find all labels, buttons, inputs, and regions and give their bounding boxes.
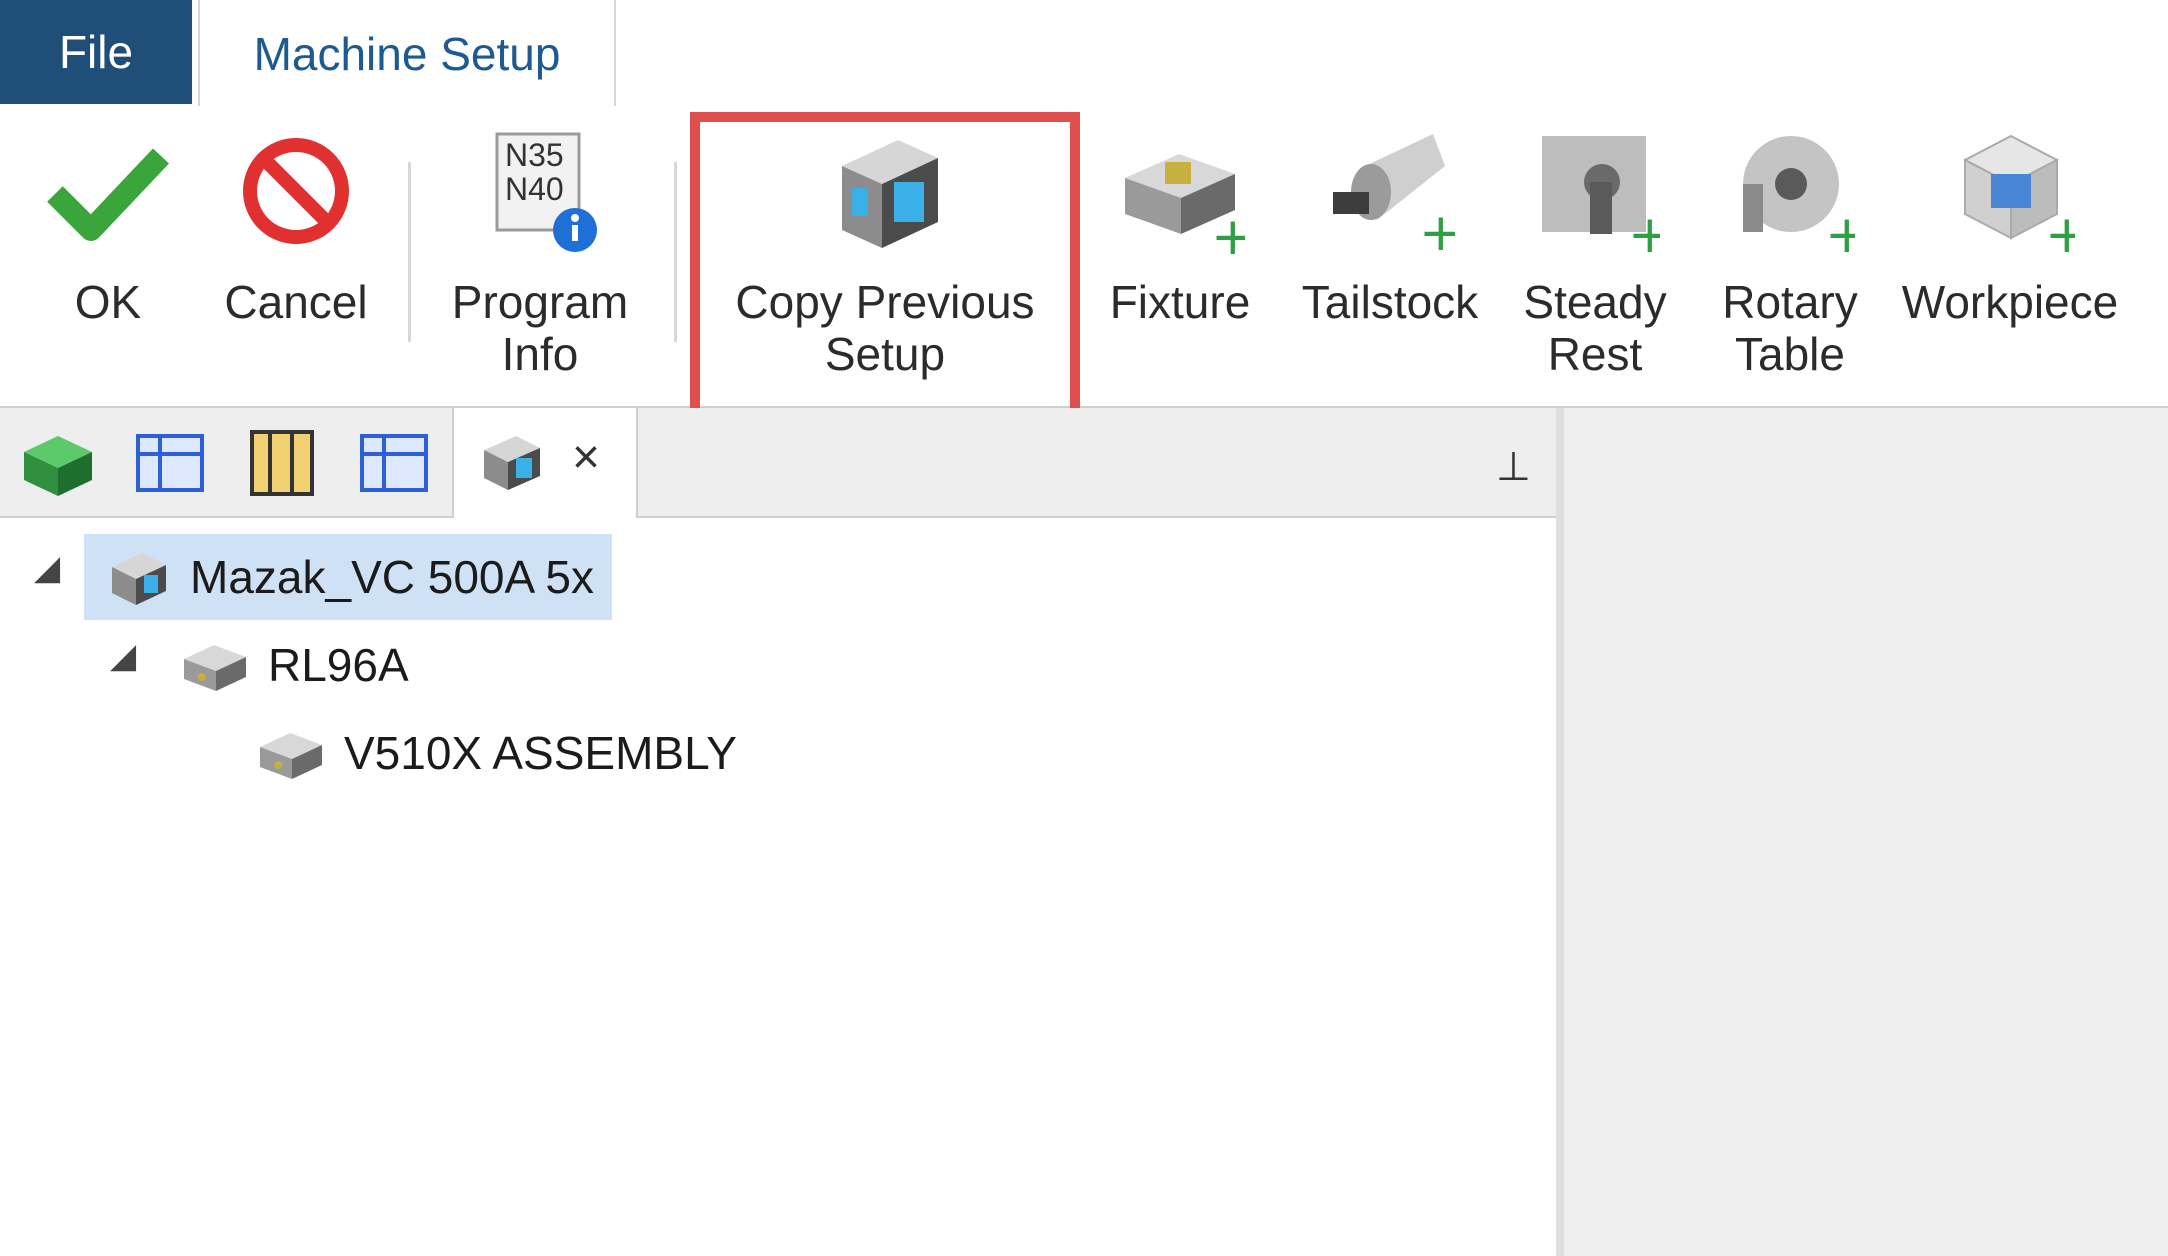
program-info-button[interactable]: N35 N40 Program Info (440, 106, 640, 406)
machine-tree-panel: × ⊥ ◢ Mazak_VC 500A 5x ◢ RL96A V510X ASS… (0, 408, 1556, 1256)
toolpath-list-icon[interactable] (130, 422, 210, 502)
ok-button[interactable]: OK (38, 106, 178, 406)
rotary-table-button[interactable]: + Rotary Table (1710, 106, 1870, 406)
svg-text:+: + (1419, 203, 1455, 256)
tree-node-label: Mazak_VC 500A 5x (190, 551, 595, 603)
copy-previous-setup-button[interactable]: Copy Previous Setup (706, 106, 1064, 406)
rotary-table-label: Rotary Table (1722, 276, 1858, 380)
close-tab-button[interactable]: × (572, 430, 600, 485)
stock-view-icon[interactable] (18, 422, 98, 502)
program-info-icon: N35 N40 (475, 126, 605, 256)
cancel-button[interactable]: Cancel (216, 106, 376, 406)
fixture-button[interactable]: + Fixture (1100, 106, 1260, 406)
expand-collapse-icon[interactable]: ◢ (34, 548, 60, 588)
checkmark-icon (43, 126, 173, 256)
workpiece-button[interactable]: + Workpiece (1890, 106, 2130, 406)
viewport-area (1556, 408, 2168, 1256)
fixture-icon: + (1115, 126, 1255, 267)
program-code-line-2: N40 (505, 171, 564, 207)
pin-icon[interactable]: ⊥ (1496, 444, 1531, 490)
no-entry-icon (231, 126, 361, 256)
steady-rest-label: Steady Rest (1523, 276, 1667, 380)
tailstock-label: Tailstock (1301, 276, 1479, 328)
workpiece-label: Workpiece (1901, 276, 2119, 328)
steady-rest-icon: + (1530, 126, 1672, 265)
tool-library-icon[interactable] (242, 422, 322, 502)
tree-node-assembly[interactable]: V510X ASSEMBLY (256, 710, 737, 796)
svg-text:+: + (2045, 205, 2075, 256)
fixture-icon (256, 721, 326, 785)
machine-icon (106, 545, 170, 609)
ribbon-separator (408, 162, 411, 342)
operations-list-icon[interactable] (354, 422, 434, 502)
tab-machine-setup[interactable]: Machine Setup (198, 0, 616, 108)
svg-text:+: + (1628, 205, 1660, 256)
ok-label: OK (74, 276, 142, 328)
panel-tab-bar: × ⊥ (0, 408, 1556, 518)
tailstock-button[interactable]: + Tailstock (1290, 106, 1490, 406)
fixture-icon (180, 633, 250, 697)
machine-copy-icon (820, 126, 950, 256)
ribbon-tab-bar: File Machine Setup (0, 0, 2168, 108)
svg-text:+: + (1825, 205, 1855, 256)
copy-previous-setup-label: Copy Previous Setup (735, 276, 1035, 380)
machine-icon (476, 426, 546, 496)
tree-node-fixture[interactable]: RL96A (180, 622, 409, 708)
ribbon-separator (674, 162, 677, 342)
tree-node-label: RL96A (268, 639, 409, 691)
ribbon: OK Cancel N35 N40 Program Info Copy Prev… (0, 106, 2168, 408)
program-code-line-1: N35 (505, 137, 564, 173)
rotary-table-icon: + (1725, 126, 1869, 265)
tab-machine-setup-panel[interactable]: × (452, 408, 638, 518)
fixture-label: Fixture (1109, 276, 1251, 328)
machine-tree: ◢ Mazak_VC 500A 5x ◢ RL96A V510X ASSEMBL… (0, 518, 1556, 1256)
workpiece-icon: + (1945, 126, 2089, 265)
tree-node-machine[interactable]: Mazak_VC 500A 5x (84, 534, 612, 620)
tailstock-icon: + (1325, 126, 1463, 263)
program-info-label: Program Info (451, 276, 629, 380)
cancel-label: Cancel (224, 276, 368, 328)
tab-file[interactable]: File (0, 0, 192, 104)
tree-node-label: V510X ASSEMBLY (344, 727, 737, 779)
expand-collapse-icon[interactable]: ◢ (110, 636, 136, 676)
svg-text:+: + (1211, 207, 1245, 256)
steady-rest-button[interactable]: + Steady Rest (1510, 106, 1680, 406)
